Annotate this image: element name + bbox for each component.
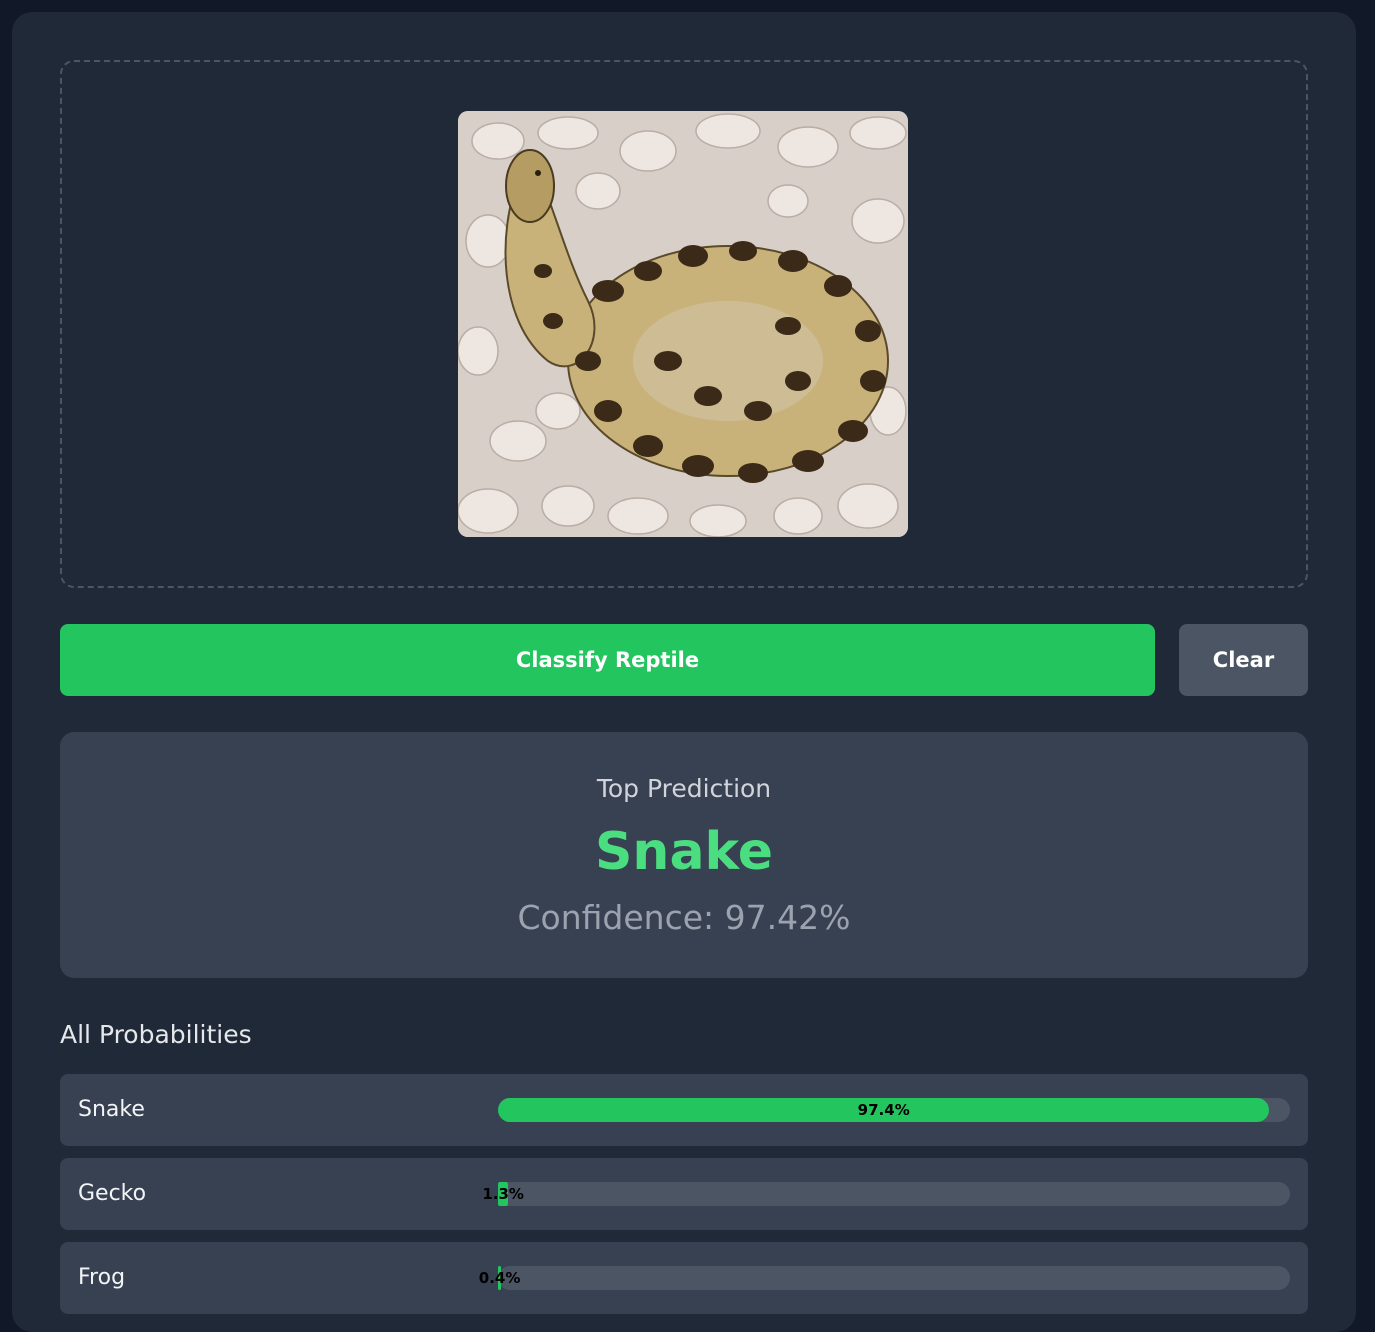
probability-value: 97.4% bbox=[857, 1101, 910, 1119]
top-prediction-heading: Top Prediction bbox=[596, 774, 772, 803]
probability-bar-track: 97.4% bbox=[498, 1098, 1290, 1122]
action-bar: Classify Reptile Clear bbox=[60, 624, 1308, 696]
class-name: Frog bbox=[78, 1265, 126, 1290]
probability-row-frog: Frog 0.4% bbox=[60, 1242, 1308, 1314]
class-name: Snake bbox=[78, 1097, 145, 1122]
classify-reptile-button[interactable]: Classify Reptile bbox=[60, 624, 1155, 696]
probability-bar-track: 0.4% bbox=[479, 1266, 1290, 1290]
probability-row-snake: Snake 97.4% bbox=[60, 1074, 1308, 1146]
classifier-card: Classify Reptile Clear Top Prediction Sn… bbox=[12, 12, 1356, 1332]
probability-value: 1.3% bbox=[482, 1185, 524, 1203]
clear-button[interactable]: Clear bbox=[1179, 624, 1308, 696]
probability-row-gecko: Gecko 1.3% bbox=[60, 1158, 1308, 1230]
all-probabilities-title: All Probabilities bbox=[60, 1020, 252, 1049]
image-drop-zone[interactable] bbox=[60, 60, 1308, 588]
top-prediction-card: Top Prediction Snake Confidence: 97.42% bbox=[60, 732, 1308, 978]
confidence-text: Confidence: 97.42% bbox=[517, 898, 851, 937]
probability-value: 0.4% bbox=[478, 1269, 521, 1287]
uploaded-image-preview bbox=[458, 111, 908, 537]
probability-bar-track: 1.3% bbox=[482, 1182, 1290, 1206]
class-name: Gecko bbox=[78, 1181, 147, 1206]
predicted-class-label: Snake bbox=[594, 822, 773, 882]
